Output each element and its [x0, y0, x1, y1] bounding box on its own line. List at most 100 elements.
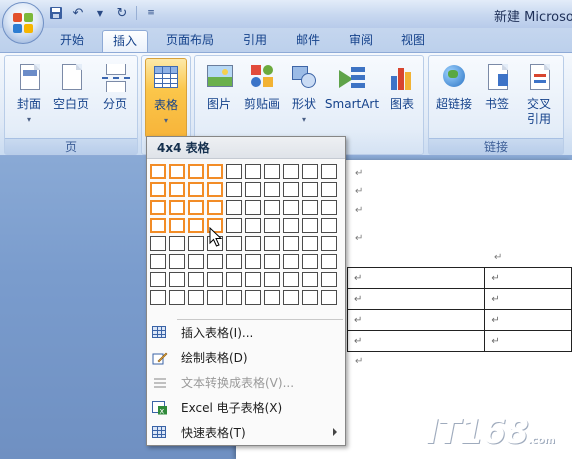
grid-cell[interactable] [226, 182, 242, 197]
grid-cell[interactable] [283, 272, 299, 287]
grid-cell[interactable] [245, 200, 261, 215]
grid-cell[interactable] [264, 236, 280, 251]
grid-cell[interactable] [302, 236, 318, 251]
grid-cell[interactable] [302, 182, 318, 197]
grid-cell[interactable] [245, 218, 261, 233]
grid-cell[interactable] [207, 164, 223, 179]
grid-cell[interactable] [321, 164, 337, 179]
grid-cell[interactable] [302, 290, 318, 305]
bookmark-button[interactable]: 书签 [479, 60, 515, 112]
grid-cell[interactable] [283, 254, 299, 269]
office-button[interactable] [2, 2, 44, 44]
cross-reference-button[interactable]: 交叉 引用 [519, 60, 559, 127]
grid-cell[interactable] [226, 290, 242, 305]
grid-cell[interactable] [226, 164, 242, 179]
smartart-button[interactable]: SmartArt [324, 60, 380, 112]
grid-cell[interactable] [226, 200, 242, 215]
grid-cell[interactable] [150, 200, 166, 215]
table-cell[interactable]: ↵ [346, 267, 486, 289]
grid-cell[interactable] [302, 254, 318, 269]
redo-icon[interactable]: ↻ [114, 5, 130, 21]
grid-cell[interactable] [188, 218, 204, 233]
grid-cell[interactable] [245, 164, 261, 179]
grid-cell[interactable] [321, 218, 337, 233]
blank-page-button[interactable]: 空白页 [51, 60, 91, 112]
undo-icon[interactable]: ↶ [70, 5, 86, 21]
save-icon[interactable] [48, 5, 64, 21]
grid-cell[interactable] [207, 290, 223, 305]
grid-cell[interactable] [188, 272, 204, 287]
grid-cell[interactable] [321, 290, 337, 305]
grid-cell[interactable] [321, 200, 337, 215]
grid-cell[interactable] [302, 272, 318, 287]
chevron-down-icon[interactable]: ▼ [92, 5, 108, 21]
grid-cell[interactable] [150, 236, 166, 251]
grid-cell[interactable] [226, 272, 242, 287]
table-cell[interactable]: ↵ [484, 330, 572, 352]
grid-cell[interactable] [283, 164, 299, 179]
quick-tables-menu-item[interactable]: 快速表格(T) [147, 420, 345, 445]
grid-cell[interactable] [207, 272, 223, 287]
shapes-button[interactable]: 形状 ▾ [285, 60, 323, 127]
grid-cell[interactable] [226, 236, 242, 251]
grid-cell[interactable] [321, 254, 337, 269]
grid-cell[interactable] [302, 218, 318, 233]
grid-cell[interactable] [264, 290, 280, 305]
table-cell[interactable]: ↵ [346, 288, 486, 310]
table-button[interactable]: 表格 ▾ [145, 58, 187, 138]
customize-toolbar-icon[interactable]: ≡ [143, 5, 159, 21]
grid-cell[interactable] [169, 290, 185, 305]
grid-cell[interactable] [302, 164, 318, 179]
draw-table-menu-item[interactable]: 绘制表格(D) [147, 345, 345, 370]
hyperlink-button[interactable]: 超链接 [432, 60, 476, 112]
grid-cell[interactable] [150, 164, 166, 179]
grid-cell[interactable] [188, 164, 204, 179]
grid-cell[interactable] [321, 272, 337, 287]
grid-cell[interactable] [188, 254, 204, 269]
grid-cell[interactable] [283, 200, 299, 215]
grid-cell[interactable] [321, 182, 337, 197]
grid-cell[interactable] [226, 218, 242, 233]
grid-cell[interactable] [169, 254, 185, 269]
grid-cell[interactable] [264, 218, 280, 233]
grid-cell[interactable] [283, 218, 299, 233]
grid-cell[interactable] [188, 290, 204, 305]
picture-button[interactable]: 图片 [199, 60, 239, 112]
grid-cell[interactable] [207, 200, 223, 215]
tab-view[interactable]: 视图 [391, 30, 435, 52]
grid-cell[interactable] [245, 182, 261, 197]
grid-cell[interactable] [207, 254, 223, 269]
grid-cell[interactable] [264, 254, 280, 269]
grid-cell[interactable] [302, 200, 318, 215]
grid-cell[interactable] [264, 182, 280, 197]
grid-cell[interactable] [169, 200, 185, 215]
grid-cell[interactable] [169, 182, 185, 197]
table-cell[interactable]: ↵ [346, 309, 486, 331]
grid-cell[interactable] [150, 182, 166, 197]
grid-cell[interactable] [207, 182, 223, 197]
tab-references[interactable]: 引用 [233, 30, 277, 52]
grid-cell[interactable] [169, 218, 185, 233]
grid-cell[interactable] [245, 272, 261, 287]
excel-spreadsheet-menu-item[interactable]: x Excel 电子表格(X) [147, 395, 345, 420]
grid-cell[interactable] [188, 200, 204, 215]
tab-page-layout[interactable]: 页面布局 [156, 30, 224, 52]
grid-cell[interactable] [188, 236, 204, 251]
grid-cell[interactable] [150, 254, 166, 269]
cover-page-button[interactable]: 封面 ▾ [9, 60, 49, 127]
grid-cell[interactable] [169, 164, 185, 179]
tab-review[interactable]: 审阅 [339, 30, 383, 52]
grid-cell[interactable] [283, 290, 299, 305]
grid-cell[interactable] [169, 236, 185, 251]
grid-cell[interactable] [283, 182, 299, 197]
table-cell[interactable]: ↵ [346, 330, 486, 352]
tab-home[interactable]: 开始 [50, 30, 94, 52]
clipart-button[interactable]: 剪贴画 [241, 60, 283, 112]
grid-cell[interactable] [245, 290, 261, 305]
grid-cell[interactable] [150, 290, 166, 305]
table-size-grid[interactable] [150, 164, 337, 305]
grid-cell[interactable] [150, 218, 166, 233]
grid-cell[interactable] [264, 164, 280, 179]
document-table[interactable]: ↵ ↵ ↵ ↵ ↵ ↵ ↵ ↵ [346, 267, 572, 352]
grid-cell[interactable] [188, 182, 204, 197]
